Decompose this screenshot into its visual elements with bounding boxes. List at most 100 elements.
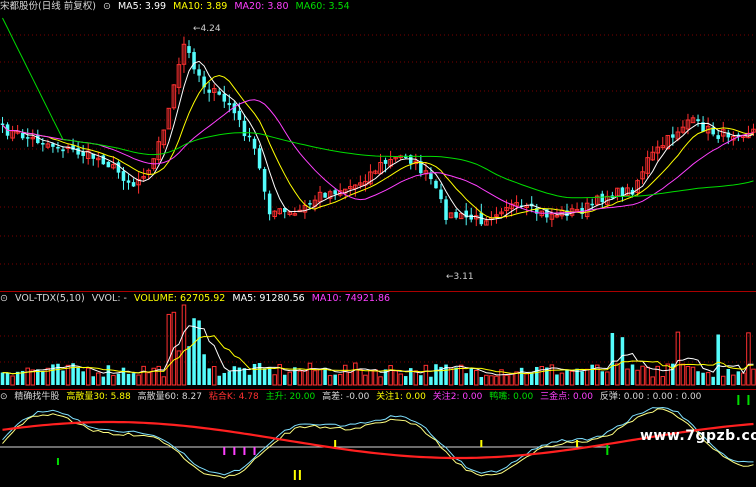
low-arrow-icon: ← [446,272,454,282]
volume-bar-down [323,367,327,385]
volume-bar-down [202,354,206,385]
volume-bar-up [584,368,590,386]
volume-bar-down [534,366,539,385]
volume-bar-down [620,337,625,385]
volume-bar-up [368,369,373,386]
candle-body-down [131,182,136,187]
chart-canvas[interactable] [0,0,756,487]
volume-bar-up [615,363,620,386]
candle-body-down [192,52,196,70]
volume-bar-down [197,320,201,385]
ind-settings-icon[interactable]: ⊙ [0,392,8,402]
volume-bar-up [731,374,736,386]
vol-indicator-name[interactable]: VOL-TDX(5,10) [15,293,85,304]
volume-bar-up [751,368,756,386]
ma60-label: MA60: 3.54 [295,1,350,12]
volume-bar-down [519,367,524,385]
ind-g: 关注2: 0.00 [432,392,483,402]
volume-bar-up [413,370,419,386]
volume-bar-down [701,372,705,385]
volume-bar-down [41,370,45,385]
volume-bar-down [131,373,136,385]
volume-bar-up [302,370,308,386]
volume-bar-down [81,371,85,385]
volume-bar-up [685,365,691,386]
volume-bar-up [705,372,711,386]
volume-bar-down [247,374,252,385]
volume-bar-down [227,371,232,385]
volume-bar-up [96,372,101,386]
volume-bar-up [146,372,151,386]
volume-bar-down [429,376,433,385]
volume-bar-down [257,363,262,385]
ma10-line [2,74,754,219]
volume-bar-down [464,373,468,385]
volume-bar-down [590,364,594,385]
ind-b: 高散量60: 8.27 [137,392,202,402]
volume-bar-up [398,373,403,386]
volume-bar-down [454,367,458,385]
volume-bar-up [111,374,116,386]
candle-body-down [217,91,222,95]
stock-title[interactable]: 宋都股份(日线 前复权) [0,1,96,12]
volume-bar-up [136,374,141,386]
volume-bar-up [388,365,393,386]
volume-bar-up [317,368,323,386]
candle-body-down [716,135,720,139]
ind-a: 高散量30: 5.88 [66,392,131,402]
candle-body-down [126,180,131,183]
volume-bar-up [373,369,378,386]
volume-bar-down [479,376,484,385]
volume-bar-up [161,376,167,386]
candle-body-down [227,103,232,106]
volume-bar-down [192,318,196,385]
volume-bar-down [207,368,211,385]
indicator-marker [56,458,59,465]
candle-body-down [262,168,267,192]
volume-bar-up [509,373,514,386]
volume-bar-up [166,313,172,386]
volume-bar-up [660,376,666,386]
volume-bar-up [690,366,696,386]
candle-body-down [56,146,60,149]
volume-bar-up [720,375,726,386]
indicator-marker [747,395,750,405]
volume-bar-down [630,364,635,385]
volume-bar-down [403,376,408,385]
volume-bar-up [312,370,318,386]
volume-bar-down [232,366,237,385]
ind-i: 三金点: 0.00 [540,392,594,402]
indicator-marker [243,447,246,455]
volume-bar-down [333,374,337,385]
volume-bar-up [650,376,655,386]
volume-bar-down [51,364,55,385]
candle-body-down [308,203,312,205]
volume-bar-up [307,362,313,386]
volume-bar-up [645,366,650,386]
volume-bar-up [348,371,353,386]
settings-icon[interactable]: ⊙ [103,1,111,12]
volume-bar-down [61,370,65,385]
volume-bar-down [222,372,227,385]
volume-bar-up [353,362,358,386]
candle-body-down [600,193,605,203]
candle-body-down [76,148,80,155]
ma5-label: MA5: 3.99 [117,1,167,12]
ind-name[interactable]: 精确找牛股 [14,392,59,402]
candle-body-down [207,89,211,93]
volume-bar-up [504,374,509,386]
volume-bar-up [156,365,162,386]
vol-settings-icon[interactable]: ⊙ [0,293,8,304]
watermark: www.7gpzb.com [640,428,756,444]
candle-body-down [187,46,191,53]
ma60-line [2,17,754,199]
ind-f: 关注1: 0.00 [376,392,426,402]
ma10-label: MA10: 3.89 [173,1,228,12]
volume-bar-down [0,372,5,385]
volume-bar-up [423,364,429,386]
vvol-label: VVOL: - [91,293,127,304]
indicator-marker [576,440,579,447]
volume-bar-up [211,366,217,386]
indicator-marker [334,440,337,447]
volume-bar-up [569,370,575,386]
